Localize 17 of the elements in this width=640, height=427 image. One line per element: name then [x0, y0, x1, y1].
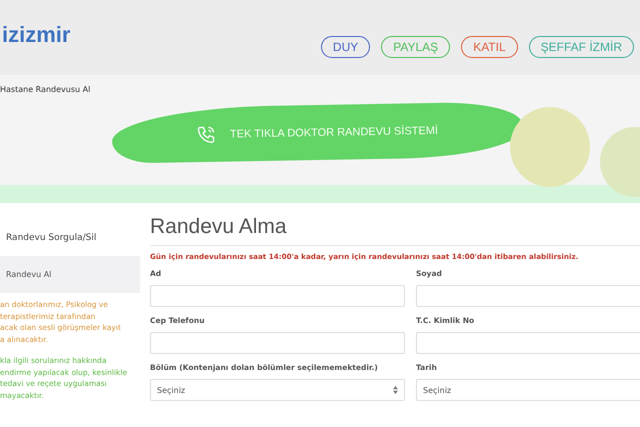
nav-link[interactable]: ŞEFFAF İZMİR	[528, 36, 634, 58]
input-field[interactable]	[416, 332, 640, 354]
site-logo[interactable]: izizmir	[2, 22, 70, 48]
date-field[interactable]: Seçiniz	[416, 379, 640, 401]
sidebar-item[interactable]: Randevu Sorgula/Sil	[0, 219, 140, 256]
input-field[interactable]	[150, 285, 405, 307]
banner-title: TEK TIKLA DOKTOR RANDEVU SİSTEMİ	[230, 124, 438, 140]
nav-link[interactable]: KATIL	[461, 36, 518, 58]
input-field[interactable]	[416, 285, 640, 307]
nav-link[interactable]: DUY	[320, 36, 370, 58]
sort-arrows-icon	[393, 386, 398, 394]
breadcrumb[interactable]: Hastane Randevusu Al	[0, 85, 90, 94]
form-title: Randevu Alma	[150, 215, 640, 246]
phone-icon	[196, 124, 216, 145]
select-field[interactable]: Seçiniz	[150, 379, 405, 401]
input-field[interactable]	[150, 332, 405, 354]
sidebar-item[interactable]: Randevu Al	[0, 256, 140, 293]
